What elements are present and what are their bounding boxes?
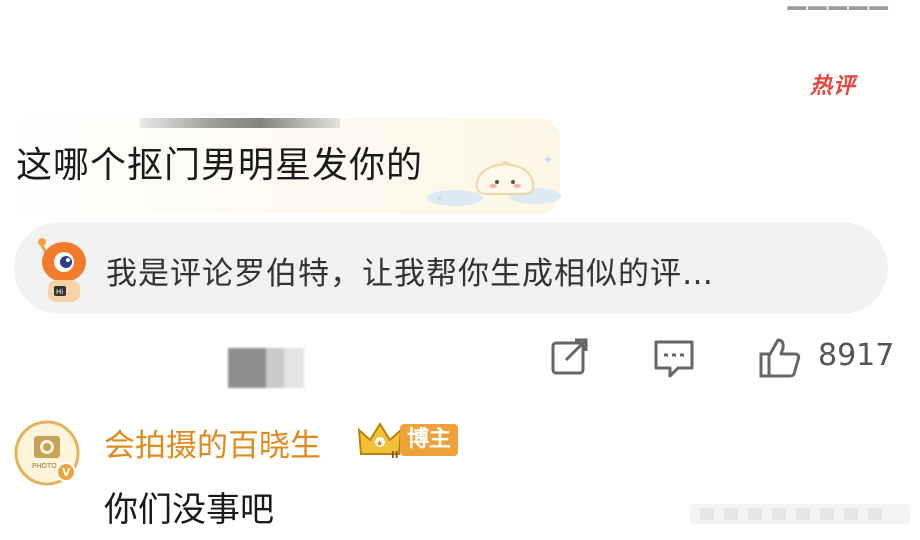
user-avatar[interactable]: PHOTO V — [14, 420, 80, 486]
crown-level-icon: ★ II — [357, 422, 403, 460]
reply-text: 你们没事吧 — [104, 490, 274, 530]
redaction-bar — [140, 118, 340, 128]
watermark-shape — [690, 504, 910, 524]
hot-comment-text: 这哪个抠门男明星发你的 — [16, 145, 424, 186]
steamed-bun-sticker-icon: ✦ ✦ — [427, 153, 561, 206]
clipped-header-text: ▁▁▁▁▁ — [788, 0, 890, 10]
like-count: 8917 — [818, 338, 895, 373]
comment-icon[interactable] — [652, 336, 696, 380]
svg-text:★: ★ — [376, 439, 383, 448]
robot-mascot-icon: Hi — [38, 238, 86, 302]
thumbs-up-icon[interactable] — [758, 336, 802, 380]
svg-text:✦: ✦ — [435, 194, 443, 205]
svg-text:Hi: Hi — [56, 288, 63, 296]
hot-comment-badge: 热评 — [810, 74, 857, 99]
svg-text:V: V — [62, 466, 71, 479]
reply-username[interactable]: 会拍摄的百晓生 — [104, 420, 321, 465]
mosaic-redaction — [228, 348, 304, 388]
ai-suggestion-text[interactable]: 我是评论罗伯特，让我帮你生成相似的评… — [106, 248, 714, 293]
svg-text:✦: ✦ — [543, 153, 553, 167]
blogger-tag: 博主 — [400, 424, 458, 456]
svg-text:PHOTO: PHOTO — [32, 462, 57, 470]
share-icon[interactable] — [548, 336, 592, 380]
svg-text:II: II — [391, 450, 398, 460]
